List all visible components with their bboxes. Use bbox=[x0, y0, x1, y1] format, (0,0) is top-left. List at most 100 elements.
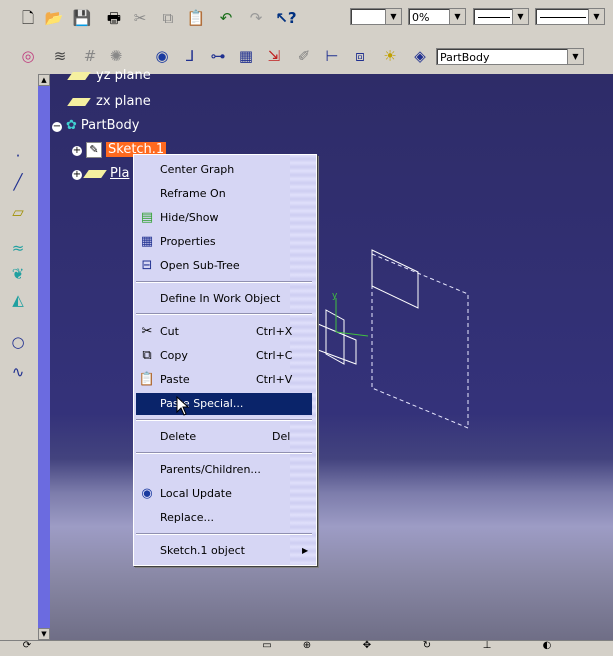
plane-icon bbox=[67, 71, 91, 80]
tree-item-label: Pla bbox=[110, 166, 130, 181]
collapse-icon[interactable]: − bbox=[52, 122, 62, 132]
save-icon[interactable]: 💾 bbox=[72, 8, 92, 28]
cut-icon[interactable]: ✂ bbox=[130, 8, 150, 28]
menu-item-label: Open Sub-Tree bbox=[160, 259, 240, 272]
part-body-combo[interactable]: PartBody ▼ bbox=[436, 48, 584, 65]
menu-item-label: Hide/Show bbox=[160, 211, 219, 224]
chevron-down-icon[interactable]: ▼ bbox=[449, 9, 465, 24]
menu-item-label: Sketch.1 object bbox=[160, 544, 245, 557]
color-combo[interactable]: ▼ bbox=[350, 8, 402, 25]
line-icon[interactable]: ╱ bbox=[8, 172, 28, 192]
pan-icon[interactable]: ✥ bbox=[360, 639, 374, 653]
tree-item-yz-plane[interactable]: yz plane bbox=[67, 68, 151, 83]
tree-icon[interactable]: ⊢ bbox=[322, 46, 342, 66]
menu-item-hide-show[interactable]: ▤ Hide/Show bbox=[136, 207, 312, 229]
transparency-combo[interactable]: 0% ▼ bbox=[408, 8, 466, 25]
menu-item-shortcut: Ctrl+C bbox=[256, 349, 293, 362]
fly-icon[interactable]: ⟳ bbox=[20, 639, 34, 653]
tree-item-zx-plane[interactable]: zx plane bbox=[67, 94, 151, 109]
snap-icon[interactable]: ≋ bbox=[50, 46, 70, 66]
plane-icon[interactable]: ▱ bbox=[8, 202, 28, 222]
sketch-tools-icon[interactable]: ✐ bbox=[294, 46, 314, 66]
menu-item-parents-children[interactable]: Parents/Children... bbox=[136, 459, 312, 481]
whats-this-icon[interactable]: ↖? bbox=[275, 8, 296, 28]
hide-show-icon: ▤ bbox=[140, 210, 154, 225]
menu-item-shortcut: Ctrl+V bbox=[256, 373, 293, 386]
scroll-down-button[interactable]: ▼ bbox=[38, 628, 50, 640]
chevron-right-icon: ▶ bbox=[302, 546, 309, 555]
copy-icon[interactable]: ⧉ bbox=[158, 8, 178, 28]
menu-item-label: Properties bbox=[160, 235, 216, 248]
menu-item-label: Center Graph bbox=[160, 163, 235, 176]
axis-icon[interactable]: ⅃ bbox=[180, 46, 200, 66]
new-icon[interactable]: 🗋 bbox=[18, 8, 38, 28]
menu-item-reframe-on[interactable]: Reframe On bbox=[136, 183, 312, 205]
menu-item-paste-special[interactable]: Paste Special... bbox=[136, 393, 312, 415]
line-type-combo[interactable]: ▼ bbox=[473, 8, 529, 25]
sketch-tools-sidebar: · ╱ ▱ ≈ ❦ ◭ ○ ∿ bbox=[0, 74, 39, 640]
lights-icon[interactable]: ☀ bbox=[380, 46, 400, 66]
fill-icon[interactable]: ◭ bbox=[8, 290, 28, 310]
chevron-down-icon[interactable]: ▼ bbox=[567, 49, 583, 64]
redo-icon[interactable]: ↷ bbox=[246, 8, 266, 28]
chevron-down-icon[interactable]: ▼ bbox=[588, 9, 604, 24]
mouse-cursor-icon bbox=[176, 396, 190, 416]
sweep-icon[interactable]: ❦ bbox=[8, 264, 28, 284]
menu-item-shortcut: Ctrl+X bbox=[256, 325, 293, 338]
3d-viewport[interactable]: y bbox=[38, 74, 613, 640]
menu-item-cut[interactable]: ✂ Cut Ctrl+X bbox=[136, 321, 312, 343]
render-icon[interactable]: ◐ bbox=[540, 639, 554, 653]
view-icon[interactable]: ▭ bbox=[260, 639, 274, 653]
point-icon[interactable]: · bbox=[8, 146, 28, 166]
menu-item-center-graph[interactable]: Center Graph bbox=[136, 159, 312, 181]
tree-item-label: PartBody bbox=[80, 118, 140, 133]
tree-item-label: zx plane bbox=[96, 94, 151, 109]
menu-item-define-in-work-object[interactable]: Define In Work Object bbox=[136, 288, 312, 310]
print-icon[interactable]: 🖶 bbox=[104, 8, 124, 28]
menu-item-label: Reframe On bbox=[160, 187, 226, 200]
grid-icon[interactable]: # bbox=[80, 46, 100, 66]
catalog-icon[interactable]: ⧈ bbox=[350, 46, 370, 66]
update-icon[interactable]: ◉ bbox=[152, 46, 172, 66]
circle-icon[interactable]: ○ bbox=[8, 332, 28, 352]
expand-icon[interactable]: + bbox=[72, 146, 82, 156]
extrude-icon[interactable]: ≈ bbox=[8, 238, 28, 258]
zoom-icon[interactable]: ⊕ bbox=[300, 639, 314, 653]
tree-scrollbar[interactable]: ▲ ▼ bbox=[38, 74, 50, 640]
sketch-plane bbox=[371, 249, 419, 309]
constraint-icon[interactable]: ⊶ bbox=[208, 46, 228, 66]
line-weight-combo[interactable]: ▼ bbox=[535, 8, 605, 25]
open-icon[interactable]: 📂 bbox=[44, 8, 64, 28]
undo-icon[interactable]: ↶ bbox=[216, 8, 236, 28]
menu-item-open-sub-tree[interactable]: ⊟ Open Sub-Tree bbox=[136, 255, 312, 277]
weight-sample bbox=[540, 17, 586, 18]
menu-item-label: Replace... bbox=[160, 511, 215, 524]
tree-item-plane[interactable]: + Pla bbox=[72, 166, 129, 181]
grid-toggle-icon[interactable]: ▦ bbox=[236, 46, 256, 66]
menu-item-local-update[interactable]: ◉ Local Update bbox=[136, 483, 312, 505]
scroll-up-button[interactable]: ▲ bbox=[38, 74, 50, 86]
cut-part-icon[interactable]: ⇲ bbox=[264, 46, 284, 66]
menu-separator bbox=[136, 313, 312, 315]
menu-item-sketch-object[interactable]: Sketch.1 object ▶ bbox=[136, 540, 312, 562]
tree-item-partbody[interactable]: − ✿ PartBody bbox=[52, 118, 139, 133]
menu-item-copy[interactable]: ⧉ Copy Ctrl+C bbox=[136, 345, 312, 367]
point-icon[interactable]: ✺ bbox=[106, 46, 126, 66]
menu-item-properties[interactable]: ▦ Properties bbox=[136, 231, 312, 253]
menu-item-replace[interactable]: Replace... bbox=[136, 507, 312, 529]
menu-item-shortcut: Del bbox=[272, 430, 291, 443]
subtree-icon: ⊟ bbox=[141, 258, 153, 273]
paste-icon[interactable]: 📋 bbox=[186, 8, 206, 28]
chevron-down-icon[interactable]: ▼ bbox=[512, 9, 528, 24]
spline-icon[interactable]: ∿ bbox=[8, 362, 28, 382]
material-icon[interactable]: ◈ bbox=[410, 46, 430, 66]
expand-icon[interactable]: + bbox=[72, 170, 82, 180]
chevron-down-icon[interactable]: ▼ bbox=[385, 9, 401, 24]
analysis-icon[interactable]: ◎ bbox=[18, 46, 38, 66]
menu-item-label: Define In Work Object bbox=[160, 292, 281, 305]
menu-item-delete[interactable]: Delete Del bbox=[136, 426, 312, 448]
menu-item-paste[interactable]: 📋 Paste Ctrl+V bbox=[136, 369, 312, 391]
tree-item-label: yz plane bbox=[96, 68, 151, 83]
normal-view-icon[interactable]: ⊥ bbox=[480, 639, 494, 653]
rotate-icon[interactable]: ↻ bbox=[420, 639, 434, 653]
